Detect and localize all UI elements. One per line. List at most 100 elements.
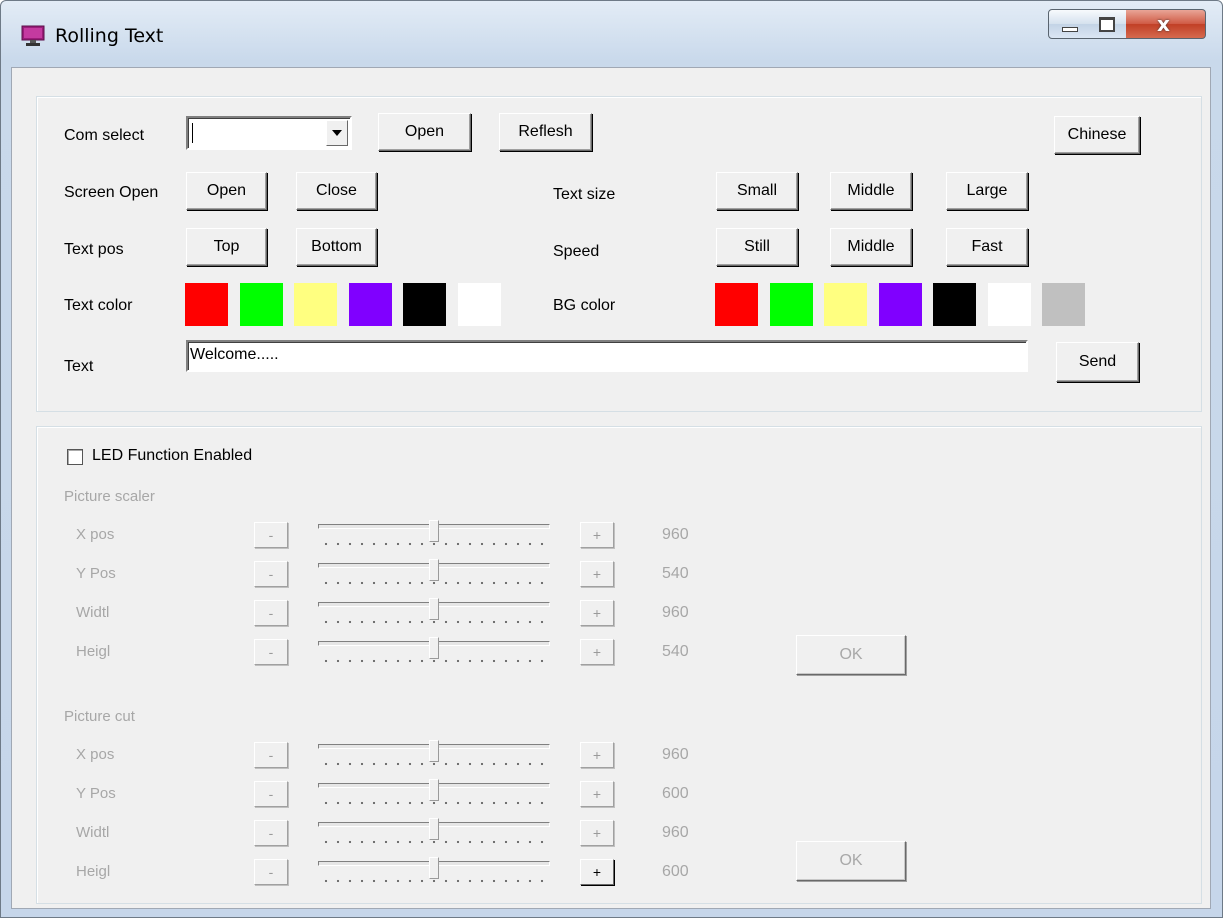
screen-close-button[interactable]: Close: [296, 172, 377, 210]
cut-decrement-button[interactable]: -: [254, 820, 288, 846]
scaler-decrement-button[interactable]: -: [254, 561, 288, 587]
title-bar[interactable]: Rolling Text x: [1, 1, 1222, 67]
slider-ticks: [320, 840, 548, 844]
speed-middle-button[interactable]: Middle: [830, 228, 912, 266]
cut-decrement-button[interactable]: -: [254, 859, 288, 885]
scaler-increment-button[interactable]: +: [580, 600, 614, 626]
size-middle-button[interactable]: Middle: [830, 172, 912, 210]
scaler-slider[interactable]: [318, 598, 550, 634]
cut-slider[interactable]: [318, 818, 550, 854]
text-color-label: Text color: [64, 297, 133, 314]
scaler-increment-button[interactable]: +: [580, 522, 614, 548]
speed-still-button[interactable]: Still: [716, 228, 798, 266]
scaler-increment-button[interactable]: +: [580, 639, 614, 665]
slider-thumb[interactable]: [429, 598, 439, 620]
scaler-slider[interactable]: [318, 559, 550, 595]
cut-increment-button[interactable]: +: [580, 742, 614, 768]
cut-increment-button[interactable]: +: [580, 859, 614, 885]
text-caret: [192, 123, 193, 143]
bg-color-swatch[interactable]: [878, 283, 922, 326]
bg-color-swatch[interactable]: [933, 283, 976, 326]
cut-slider[interactable]: [318, 740, 550, 776]
slider-thumb[interactable]: [429, 520, 439, 542]
text-size-label: Text size: [553, 186, 616, 203]
bg-color-swatch[interactable]: [987, 283, 1031, 326]
size-large-button[interactable]: Large: [946, 172, 1028, 210]
com-open-button[interactable]: Open: [378, 113, 471, 151]
com-select-label: Com select: [64, 127, 145, 144]
cut-slider[interactable]: [318, 779, 550, 815]
scaler-slider[interactable]: [318, 637, 550, 673]
cut-row-label: Y Pos: [76, 785, 116, 802]
scaler-slider[interactable]: [318, 520, 550, 556]
slider-thumb[interactable]: [429, 637, 439, 659]
minimize-button[interactable]: [1048, 9, 1088, 39]
text-pos-label: Text pos: [64, 241, 124, 258]
pos-top-button[interactable]: Top: [186, 228, 267, 266]
scaler-row-label: Widtl: [76, 604, 110, 621]
client-area: Com select Open Reflesh Chinese Screen O…: [11, 67, 1211, 909]
refresh-button[interactable]: Reflesh: [499, 113, 592, 151]
scaler-decrement-button[interactable]: -: [254, 639, 288, 665]
cut-decrement-button[interactable]: -: [254, 781, 288, 807]
cut-value: 960: [662, 746, 689, 763]
text-color-swatch[interactable]: [294, 283, 337, 326]
cut-row-label: X pos: [76, 746, 115, 763]
maximize-button[interactable]: [1087, 9, 1127, 39]
led-enabled-label[interactable]: LED Function Enabled: [92, 447, 252, 465]
close-icon: x: [1157, 12, 1170, 36]
screen-open-label: Screen Open: [64, 184, 159, 201]
led-enabled-checkbox[interactable]: [67, 449, 83, 465]
chinese-button[interactable]: Chinese: [1054, 116, 1140, 154]
picture-cut-title: Picture cut: [64, 708, 135, 725]
cut-decrement-button[interactable]: -: [254, 742, 288, 768]
send-button[interactable]: Send: [1056, 342, 1139, 382]
text-color-swatch[interactable]: [239, 283, 283, 326]
slider-thumb[interactable]: [429, 740, 439, 762]
cut-row-label: Heigl: [76, 863, 111, 880]
slider-ticks: [320, 620, 548, 624]
pos-bottom-button[interactable]: Bottom: [296, 228, 377, 266]
minimize-icon: [1062, 27, 1078, 32]
speed-fast-button[interactable]: Fast: [946, 228, 1028, 266]
monitor-icon: [21, 25, 45, 47]
scaler-increment-button[interactable]: +: [580, 561, 614, 587]
text-color-swatch[interactable]: [185, 283, 228, 326]
cut-slider[interactable]: [318, 857, 550, 893]
slider-thumb[interactable]: [429, 857, 439, 879]
text-color-swatch[interactable]: [457, 283, 501, 326]
slider-ticks: [320, 801, 548, 805]
com-select-dropdown[interactable]: [186, 116, 352, 150]
slider-thumb[interactable]: [429, 559, 439, 581]
text-input[interactable]: Welcome.....: [186, 340, 1028, 372]
cut-increment-button[interactable]: +: [580, 781, 614, 807]
bg-color-swatch[interactable]: [1042, 283, 1085, 326]
window-title: Rolling Text: [55, 25, 164, 47]
scaler-ok-button[interactable]: OK: [796, 635, 906, 675]
slider-ticks: [320, 659, 548, 663]
picture-scaler-title: Picture scaler: [64, 488, 155, 505]
cut-ok-button[interactable]: OK: [796, 841, 906, 881]
cut-increment-button[interactable]: +: [580, 820, 614, 846]
bg-color-swatch[interactable]: [824, 283, 867, 326]
close-button[interactable]: x: [1126, 9, 1206, 39]
text-color-swatch[interactable]: [348, 283, 392, 326]
scaler-decrement-button[interactable]: -: [254, 600, 288, 626]
slider-thumb[interactable]: [429, 818, 439, 840]
bg-color-swatch[interactable]: [715, 283, 758, 326]
cut-value: 600: [662, 785, 689, 802]
scaler-decrement-button[interactable]: -: [254, 522, 288, 548]
text-color-swatch[interactable]: [403, 283, 446, 326]
scaler-row-label: Heigl: [76, 643, 111, 660]
chevron-down-icon[interactable]: [326, 120, 348, 146]
scaler-value: 960: [662, 526, 689, 543]
slider-ticks: [320, 762, 548, 766]
scaler-row-label: Y Pos: [76, 565, 116, 582]
slider-ticks: [320, 581, 548, 585]
slider-thumb[interactable]: [429, 779, 439, 801]
bg-color-label: BG color: [553, 297, 616, 314]
size-small-button[interactable]: Small: [716, 172, 798, 210]
bg-color-swatch[interactable]: [769, 283, 813, 326]
screen-open-button[interactable]: Open: [186, 172, 267, 210]
maximize-icon: [1099, 17, 1115, 32]
